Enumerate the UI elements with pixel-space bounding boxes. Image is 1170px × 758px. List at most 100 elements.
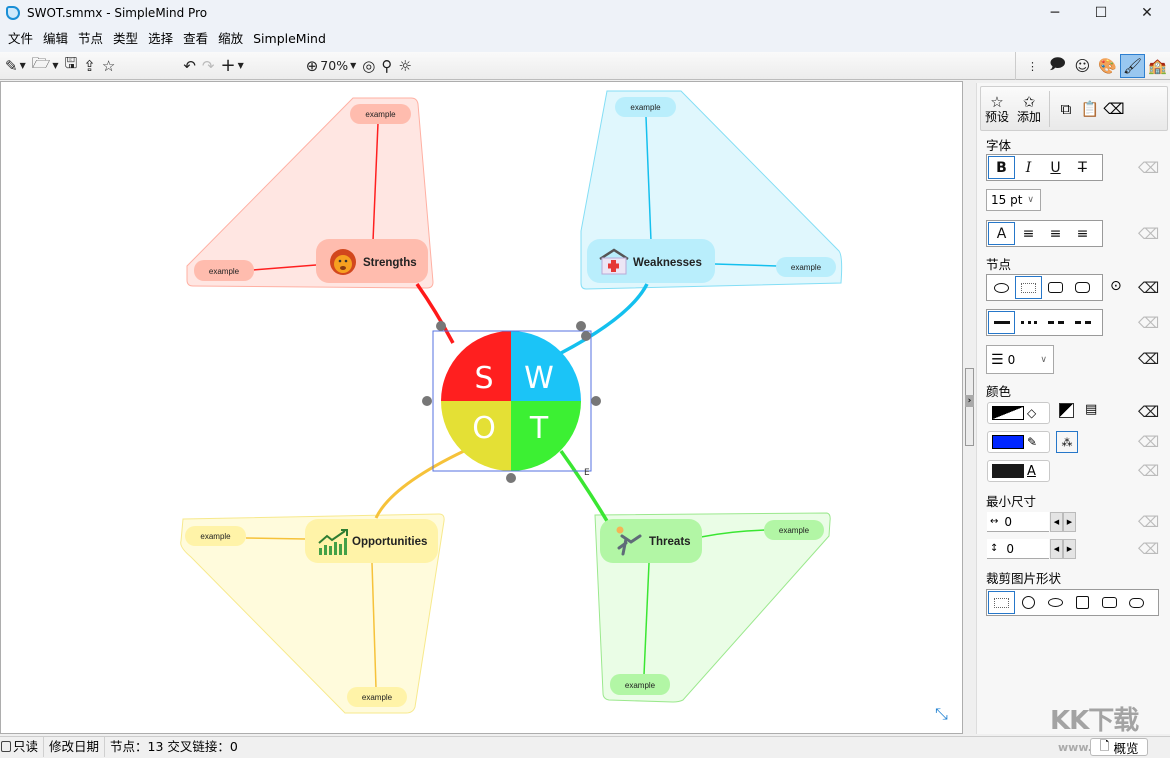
eraser-icon[interactable]: ⌫	[1138, 403, 1159, 421]
child-node[interactable]: example	[194, 260, 254, 281]
shape-rounded-button[interactable]	[1042, 276, 1069, 299]
align-right-button[interactable]: ≡	[1069, 222, 1096, 245]
new-note-button[interactable]: ✎ ▼	[2, 54, 29, 78]
emoji-button[interactable]: ☺	[1070, 54, 1095, 78]
node-strengths[interactable]: Strengths	[316, 239, 428, 283]
apply-style-icon[interactable]: ⧉	[1054, 100, 1078, 118]
line-dotted-button[interactable]	[1015, 311, 1042, 334]
crop-circle-button[interactable]	[1015, 591, 1042, 614]
crop-rect-button[interactable]	[988, 591, 1015, 614]
swot-center-node[interactable]: S W O T	[441, 331, 581, 471]
menu-view[interactable]: 查看	[178, 25, 213, 52]
child-node[interactable]: example	[347, 687, 407, 707]
font-size-select[interactable]: 15 pt ∨	[986, 189, 1041, 211]
collapse-panel-handle[interactable]: ›	[965, 368, 974, 446]
readonly-toggle[interactable]: 只读	[0, 736, 45, 757]
close-button[interactable]: ✕	[1124, 0, 1170, 25]
menu-edit[interactable]: 编辑	[38, 25, 73, 52]
handle-text[interactable]	[576, 321, 586, 331]
line-dashed-button[interactable]	[1042, 311, 1069, 334]
align-left-button[interactable]: ≡	[1015, 222, 1042, 245]
eraser-icon[interactable]: ⌫	[1138, 513, 1159, 531]
paste-style-icon[interactable]: 📋	[1078, 100, 1102, 118]
child-node[interactable]: example	[185, 526, 246, 546]
save-button[interactable]: 🖫	[62, 54, 81, 78]
favorite-button[interactable]: ☆	[99, 54, 118, 78]
menu-node[interactable]: 节点	[73, 25, 108, 52]
presentation-button[interactable]: 🏫	[1145, 54, 1170, 78]
eraser-icon[interactable]: ⌫	[1138, 314, 1159, 332]
bold-button[interactable]: B	[988, 156, 1015, 179]
maximize-button[interactable]: ☐	[1078, 0, 1124, 25]
minimize-button[interactable]: ─	[1032, 0, 1078, 25]
line-width-select[interactable]: ☰ 0 ∨	[986, 345, 1054, 374]
eraser-icon[interactable]: ⌫	[1138, 540, 1159, 558]
zoom-dropdown[interactable]: ⊕ 70% ▼	[303, 54, 360, 78]
hierarchy-button[interactable]: ⋮	[1020, 54, 1045, 78]
text-color-button[interactable]: A	[987, 460, 1050, 482]
target-button[interactable]: ◎	[359, 54, 378, 78]
decrement-button[interactable]: ◀	[1050, 512, 1063, 532]
note-button[interactable]: 🗩	[1045, 54, 1070, 78]
crop-ellipse-button[interactable]	[1042, 591, 1069, 614]
mindmap-canvas[interactable]: S W O T E Strengths example example Weak…	[0, 81, 963, 734]
readonly-checkbox[interactable]	[1, 740, 11, 752]
eraser-icon[interactable]: ⌫	[1102, 100, 1126, 118]
node-opportunities[interactable]: Opportunities	[305, 519, 438, 563]
menu-file[interactable]: 文件	[3, 25, 38, 52]
menu-zoom[interactable]: 缩放	[213, 25, 248, 52]
share-button[interactable]: ⇪	[80, 54, 99, 78]
handle-resize[interactable]: E	[584, 468, 590, 478]
style-brush-button[interactable]: 🖌	[1120, 54, 1145, 78]
eraser-icon[interactable]: ⌫	[1138, 225, 1159, 243]
crop-pill-button[interactable]	[1123, 591, 1150, 614]
eraser-icon[interactable]: ⌫	[1138, 462, 1159, 480]
search-button[interactable]: ⚲	[378, 54, 395, 78]
text-color-align-button[interactable]: A	[988, 222, 1015, 245]
align-center-button[interactable]: ≡	[1042, 222, 1069, 245]
child-node[interactable]: example	[350, 104, 411, 124]
stripes-icon[interactable]: ▤	[1085, 402, 1097, 417]
child-node[interactable]: example	[776, 257, 836, 277]
shape-rounded2-button[interactable]	[1069, 276, 1096, 299]
shape-ellipse-button[interactable]	[988, 276, 1015, 299]
crop-rounded-button[interactable]	[1096, 591, 1123, 614]
increment-button[interactable]: ▶	[1063, 539, 1076, 559]
border-color-button[interactable]: ✎	[987, 431, 1050, 453]
idea-button[interactable]: ☼	[395, 54, 414, 78]
line-longdash-button[interactable]	[1069, 311, 1096, 334]
strikethrough-button[interactable]: T̶	[1069, 156, 1096, 179]
decrement-button[interactable]: ◀	[1050, 539, 1063, 559]
eraser-icon[interactable]: ⌫	[1138, 279, 1159, 297]
crop-square-button[interactable]	[1069, 591, 1096, 614]
line-solid-button[interactable]	[988, 311, 1015, 334]
underline-button[interactable]: U	[1042, 156, 1069, 179]
child-node[interactable]: example	[610, 674, 670, 695]
fit-to-screen-icon[interactable]: ⤡	[935, 704, 948, 724]
min-width-stepper[interactable]: ◀ ▶	[1050, 512, 1077, 532]
magic-wand-icon[interactable]: ⁂	[1056, 431, 1078, 453]
add-button[interactable]: + ▼	[217, 54, 246, 78]
eraser-icon[interactable]: ⌫	[1138, 159, 1159, 177]
min-height-input[interactable]: ↕ 0	[987, 539, 1049, 559]
fill-color-button[interactable]: ◇	[987, 402, 1050, 424]
overview-button[interactable]: 🗋 概览	[1090, 738, 1148, 756]
palette-button[interactable]: 🎨	[1095, 54, 1120, 78]
menu-type[interactable]: 类型	[108, 25, 143, 52]
increment-button[interactable]: ▶	[1063, 512, 1076, 532]
more-shapes-icon[interactable]: ⊙	[1110, 278, 1122, 294]
undo-button[interactable]: ↶	[180, 54, 199, 78]
child-node[interactable]: example	[615, 97, 676, 117]
handle-more[interactable]	[436, 321, 446, 331]
menu-simplemind[interactable]: SimpleMind	[248, 25, 331, 52]
handle-link[interactable]	[581, 331, 591, 341]
open-folder-button[interactable]: 🗁 ▼	[29, 54, 62, 78]
node-threats[interactable]: Threats	[600, 519, 702, 563]
contrast-icon[interactable]	[1059, 403, 1074, 418]
handle-add[interactable]	[591, 396, 601, 406]
shape-rect-button[interactable]	[1015, 276, 1042, 299]
handle-collapse[interactable]	[422, 396, 432, 406]
preset-button[interactable]: ☆ 预设	[981, 94, 1013, 124]
italic-button[interactable]: I	[1015, 156, 1042, 179]
node-weaknesses[interactable]: Weaknesses	[587, 239, 715, 283]
